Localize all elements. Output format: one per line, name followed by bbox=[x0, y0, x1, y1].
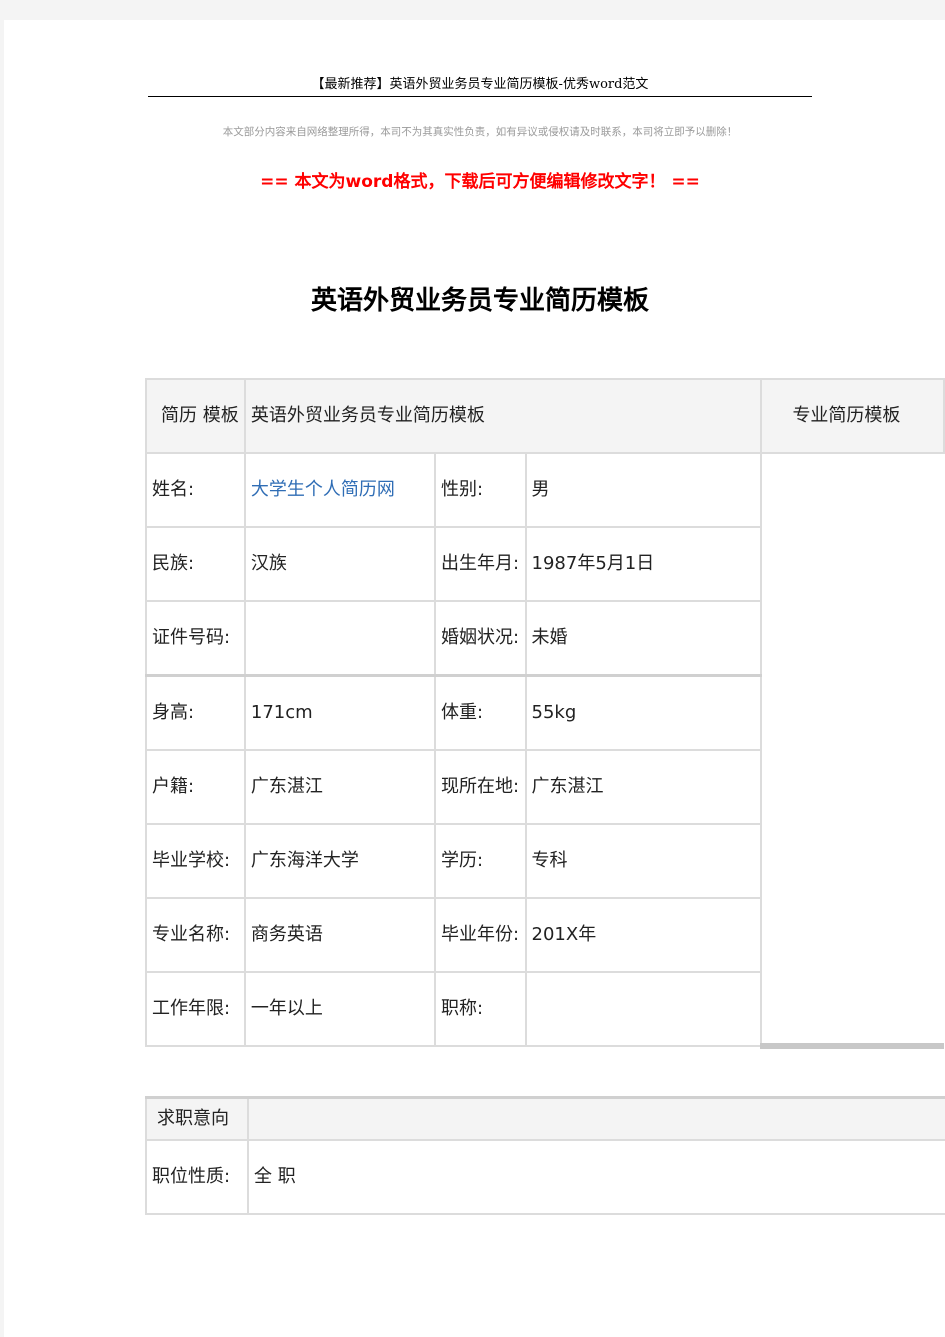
field-label: 职位性质: bbox=[145, 1139, 249, 1215]
field-label: 婚姻状况: bbox=[434, 600, 527, 677]
job-intention-table: 求职意向 职位性质: 全 职 bbox=[145, 1096, 945, 1215]
field-label: 工作年限: bbox=[145, 971, 246, 1047]
field-value bbox=[243, 600, 437, 677]
job-intention-heading: 求职意向 bbox=[145, 1096, 249, 1141]
field-label: 体重: bbox=[434, 674, 527, 751]
field-value: 171cm bbox=[243, 674, 437, 751]
table-row: 职位性质: 全 职 bbox=[145, 1139, 945, 1215]
table-header-row: 求职意向 bbox=[145, 1096, 945, 1141]
header-title: 【最新推荐】英语外贸业务员专业简历模板-优秀word范文 bbox=[311, 77, 649, 92]
field-label: 姓名: bbox=[145, 452, 246, 528]
field-value: 广东湛江 bbox=[243, 749, 437, 825]
word-format-notice: == 本文为word格式，下载后可方便编辑修改文字！ == bbox=[260, 172, 700, 192]
field-label: 身高: bbox=[145, 674, 246, 751]
field-label: 毕业年份: bbox=[434, 897, 527, 973]
field-value: 1987年5月1日 bbox=[524, 526, 763, 602]
field-value: 55kg bbox=[524, 674, 763, 751]
field-value: 专科 bbox=[524, 823, 763, 899]
field-value: 全 职 bbox=[247, 1139, 945, 1215]
field-label: 户籍: bbox=[145, 749, 246, 825]
table-header-row: 简历 模板 英语外贸业务员专业简历模板 专业简历模板 bbox=[145, 378, 945, 454]
photo-column-header: 专业简历模板 bbox=[760, 378, 945, 454]
field-value: 一年以上 bbox=[243, 971, 437, 1047]
field-value: 男 bbox=[524, 452, 763, 528]
job-intention-heading-fill bbox=[247, 1096, 945, 1141]
field-value: 广东湛江 bbox=[524, 749, 763, 825]
field-value: 汉族 bbox=[243, 526, 437, 602]
field-value: 商务英语 bbox=[243, 897, 437, 973]
disclaimer-text: 本文部分内容来自网络整理所得，本司不为其真实性负责，如有异议或侵权请及时联系，本… bbox=[222, 126, 738, 138]
table-row: 姓名: 大学生个人简历网 性别: 男 bbox=[145, 452, 944, 1049]
field-label: 证件号码: bbox=[145, 600, 246, 677]
field-label: 毕业学校: bbox=[145, 823, 246, 899]
resume-template-label: 简历 模板 bbox=[145, 378, 246, 454]
field-value: 广东海洋大学 bbox=[243, 823, 437, 899]
field-label: 性别: bbox=[434, 452, 527, 528]
field-label: 现所在地: bbox=[434, 749, 527, 825]
header-divider bbox=[148, 96, 812, 97]
field-label: 专业名称: bbox=[145, 897, 246, 973]
name-link[interactable]: 大学生个人简历网 bbox=[243, 452, 437, 528]
resume-template-value: 英语外贸业务员专业简历模板 bbox=[243, 378, 763, 454]
basic-info-table: 简历 模板 英语外贸业务员专业简历模板 专业简历模板 姓名: 大学生个人简历网 … bbox=[145, 378, 945, 1049]
field-value: 未婚 bbox=[524, 600, 763, 677]
field-value bbox=[524, 971, 763, 1047]
field-label: 学历: bbox=[434, 823, 527, 899]
field-label: 职称: bbox=[434, 971, 527, 1047]
field-label: 出生年月: bbox=[434, 526, 527, 602]
photo-area bbox=[760, 452, 944, 1049]
document-title: 英语外贸业务员专业简历模板 bbox=[310, 286, 649, 316]
field-label: 民族: bbox=[145, 526, 246, 602]
field-value: 201X年 bbox=[524, 897, 763, 973]
